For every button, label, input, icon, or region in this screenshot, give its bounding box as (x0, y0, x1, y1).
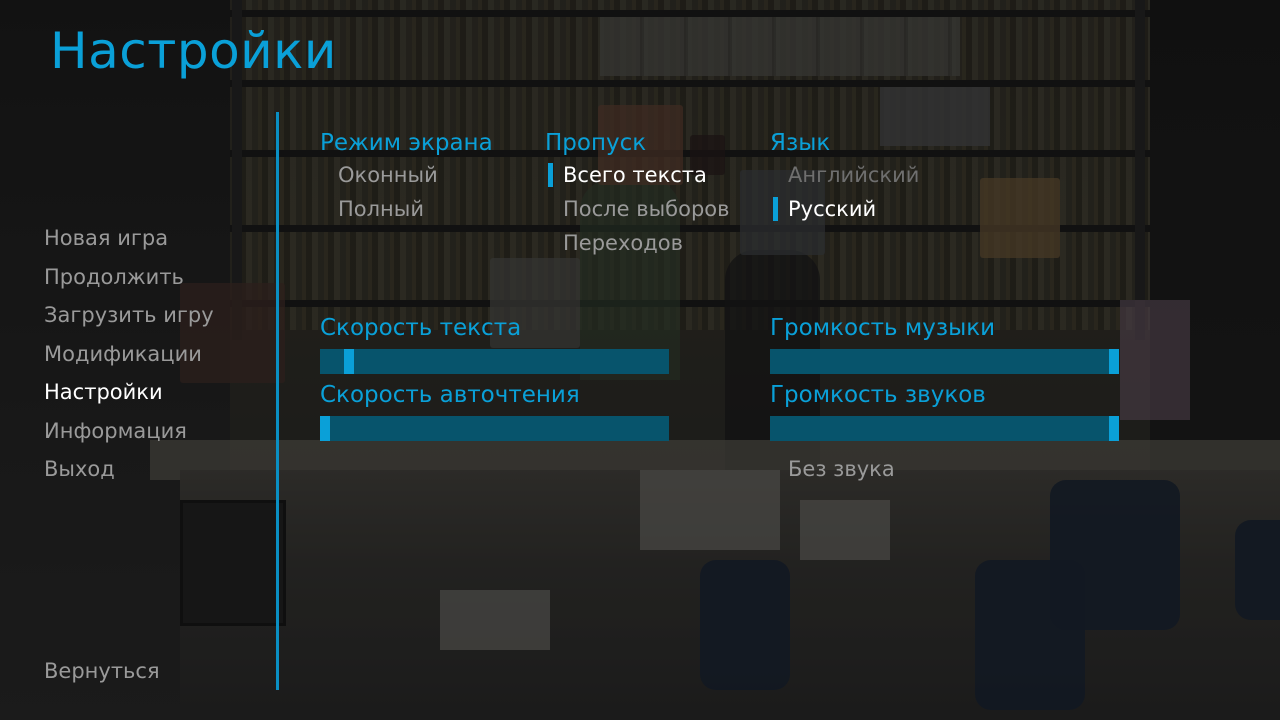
auto-forward-slider-group: Скорость авточтения (320, 382, 669, 441)
auto-forward-slider-thumb[interactable] (320, 416, 330, 441)
text-speed-label: Скорость текста (320, 315, 522, 341)
menu-divider (276, 112, 279, 690)
sound-volume-label: Громкость звуков (770, 382, 986, 408)
language-option-english[interactable]: Английский (770, 158, 919, 192)
display-mode-group: Режим экрана Оконный Полный (320, 130, 493, 226)
display-mode-label: Режим экрана (320, 130, 493, 156)
language-label: Язык (770, 130, 831, 156)
text-speed-slider[interactable] (320, 349, 669, 374)
skip-option-after-choices[interactable]: После выборов (545, 192, 730, 226)
sound-volume-slider[interactable] (770, 416, 1119, 441)
language-option-russian[interactable]: Русский (770, 192, 919, 226)
skip-group: Пропуск Всего текста После выборов Перех… (545, 130, 730, 260)
skip-option-transitions[interactable]: Переходов (545, 226, 730, 260)
auto-forward-label: Скорость авточтения (320, 382, 580, 408)
page-title: Настройки (50, 22, 337, 80)
skip-label: Пропуск (545, 130, 647, 156)
music-volume-slider-group: Громкость музыки (770, 315, 1119, 374)
text-speed-slider-thumb[interactable] (344, 349, 354, 374)
display-option-windowed[interactable]: Оконный (320, 158, 493, 192)
nav-item-settings[interactable]: Настройки (44, 380, 163, 404)
nav-item-new-game[interactable]: Новая игра (44, 226, 168, 250)
nav-item-exit[interactable]: Выход (44, 457, 115, 481)
music-volume-slider[interactable] (770, 349, 1119, 374)
music-volume-slider-thumb[interactable] (1109, 349, 1119, 374)
text-speed-slider-group: Скорость текста (320, 315, 669, 374)
sound-volume-slider-thumb[interactable] (1109, 416, 1119, 441)
mute-all-toggle[interactable]: Без звука (770, 452, 895, 486)
nav-item-info[interactable]: Информация (44, 419, 187, 443)
music-volume-label: Громкость музыки (770, 315, 996, 341)
nav-item-load-game[interactable]: Загрузить игру (44, 303, 214, 327)
nav-item-continue[interactable]: Продолжить (44, 265, 184, 289)
display-option-fullscreen[interactable]: Полный (320, 192, 493, 226)
auto-forward-slider[interactable] (320, 416, 669, 441)
back-button[interactable]: Вернуться (44, 659, 160, 683)
nav-item-mods[interactable]: Модификации (44, 342, 202, 366)
sound-volume-slider-group: Громкость звуков (770, 382, 1119, 441)
language-group: Язык Английский Русский (770, 130, 919, 226)
skip-option-all-text[interactable]: Всего текста (545, 158, 730, 192)
